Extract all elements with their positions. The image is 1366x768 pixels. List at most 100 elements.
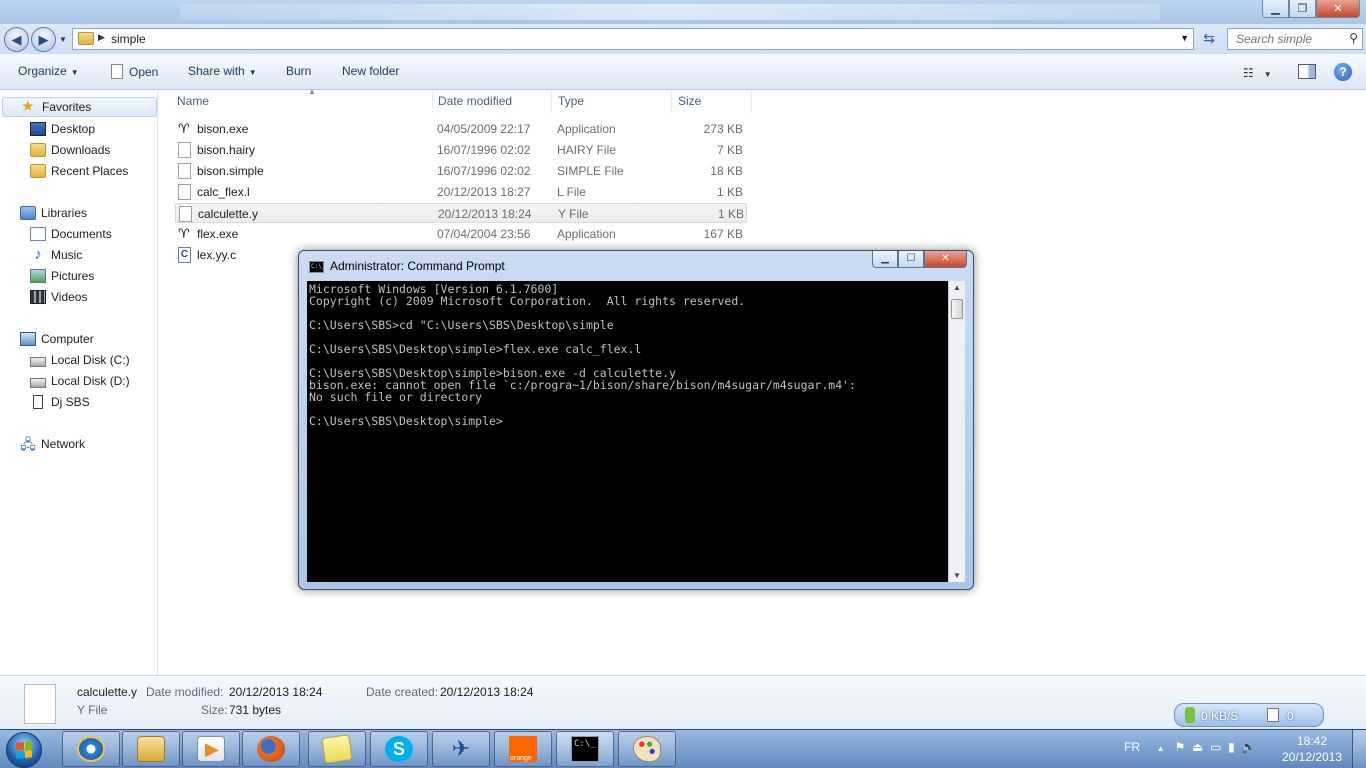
nav-dj-sbs[interactable]: Dj SBS xyxy=(30,392,90,412)
nav-desktop[interactable]: Desktop xyxy=(30,119,95,139)
network-meter-widget[interactable]: 0 KB/S 0 xyxy=(1174,703,1324,727)
language-indicator[interactable]: FR xyxy=(1124,740,1140,754)
close-button[interactable]: ✕ xyxy=(1316,0,1360,18)
address-bar[interactable]: ▶ simple ▼ xyxy=(72,28,1194,50)
flag-icon[interactable]: ⚑ xyxy=(1175,740,1186,754)
volume-icon[interactable]: 🔈 xyxy=(1241,740,1256,754)
nav-libraries[interactable]: Libraries xyxy=(20,203,87,223)
nav-label: Music xyxy=(51,248,83,262)
nav-local-disk-d[interactable]: Local Disk (D:) xyxy=(30,371,130,391)
skype-icon: S xyxy=(385,736,413,762)
taskbar-skype[interactable]: S xyxy=(370,731,428,767)
cmd-maximize-button[interactable]: ☐ xyxy=(898,251,924,268)
back-button[interactable]: ◀ xyxy=(4,27,29,52)
console-scrollbar[interactable]: ▲ ▼ xyxy=(948,281,965,582)
recent-pages-dropdown[interactable]: ▼ xyxy=(59,35,67,44)
taskbar-command-prompt[interactable]: C:\_ xyxy=(556,731,614,767)
maximize-icon: ☐ xyxy=(906,253,916,264)
address-dropdown[interactable]: ▼ xyxy=(1180,33,1189,43)
nav-local-disk-c[interactable]: Local Disk (C:) xyxy=(30,350,130,370)
file-row-calc-flex-l[interactable]: calc_flex.l 20/12/2013 18:27 L File 1 KB xyxy=(175,182,747,202)
start-button[interactable] xyxy=(6,732,42,768)
minimize-button[interactable]: ▁ xyxy=(1262,0,1289,18)
nav-label: Local Disk (C:) xyxy=(51,353,130,367)
file-row-bison-hairy[interactable]: bison.hairy 16/07/1996 02:02 HAIRY File … xyxy=(175,140,747,160)
breadcrumb-arrow-icon[interactable]: ▶ xyxy=(98,32,105,43)
file-type: Y File xyxy=(558,207,589,221)
nav-documents[interactable]: Documents xyxy=(30,224,112,244)
nav-music[interactable]: ♪ Music xyxy=(30,245,82,265)
taskbar-sticky-notes[interactable] xyxy=(308,731,366,767)
help-icon[interactable]: ? xyxy=(1334,63,1352,81)
nav-label: Computer xyxy=(41,332,94,346)
nav-label: Favorites xyxy=(42,100,92,114)
refresh-button[interactable]: ⇆ xyxy=(1198,30,1220,48)
column-header-date[interactable]: Date modified xyxy=(432,91,552,113)
command-prompt-window[interactable]: C:\_ Administrator: Command Prompt ▁ ☐ ✕… xyxy=(298,250,974,590)
search-icon[interactable]: ⚲ xyxy=(1349,31,1358,45)
nav-computer[interactable]: Computer xyxy=(20,329,94,349)
maximize-button[interactable]: ❐ xyxy=(1289,0,1316,18)
minimize-icon: ▁ xyxy=(881,253,889,264)
explorer-title-bar[interactable]: ▁ ❐ ✕ xyxy=(0,0,1366,24)
nav-videos[interactable]: Videos xyxy=(30,287,87,307)
cmd-minimize-button[interactable]: ▁ xyxy=(872,251,898,268)
taskbar-bird-app[interactable]: ✈ xyxy=(432,731,490,767)
new-folder-button[interactable]: New folder xyxy=(342,64,399,78)
forward-button[interactable]: ▶ xyxy=(31,27,56,52)
restore-icon: ❐ xyxy=(1297,3,1308,15)
media-player-icon: ▶ xyxy=(197,736,225,762)
scroll-up-icon[interactable]: ▲ xyxy=(949,283,965,292)
taskbar-internet-explorer[interactable] xyxy=(62,731,120,767)
usb-safely-remove-icon[interactable]: ⏏ xyxy=(1192,740,1203,754)
file-size: 273 KB xyxy=(703,122,743,136)
refresh-icon: ⇆ xyxy=(1203,30,1215,46)
nav-favorites[interactable]: ★ Favorites xyxy=(2,97,157,117)
scroll-down-icon[interactable]: ▼ xyxy=(949,571,965,580)
taskbar-media-player[interactable]: ▶ xyxy=(182,731,240,767)
action-center-icon[interactable]: ▭ xyxy=(1210,740,1221,754)
console-text: Microsoft Windows [Version 6.1.7600] Cop… xyxy=(309,282,856,428)
show-desktop-button[interactable] xyxy=(1352,730,1366,768)
file-row-bison-simple[interactable]: bison.simple 16/07/1996 02:02 SIMPLE Fil… xyxy=(175,161,747,181)
taskbar-paint[interactable] xyxy=(618,731,676,767)
column-header-name[interactable]: Name ▲ xyxy=(171,87,433,113)
show-hidden-icons-icon[interactable]: ▲ xyxy=(1157,744,1165,753)
details-size-label: Size: xyxy=(201,703,228,717)
taskbar-firefox[interactable] xyxy=(242,731,300,767)
nav-downloads[interactable]: Downloads xyxy=(30,140,110,160)
taskbar-explorer[interactable] xyxy=(122,731,180,767)
sort-arrow-icon: ▲ xyxy=(308,87,316,96)
system-clock[interactable]: 18:42 20/12/2013 xyxy=(1280,733,1344,765)
chevron-down-icon: ▼ xyxy=(1180,33,1189,43)
bird-icon: ✈ xyxy=(451,736,471,761)
scroll-thumb[interactable] xyxy=(951,299,963,319)
file-row-bison-exe[interactable]: ♈ bison.exe 04/05/2009 22:17 Application… xyxy=(175,119,747,139)
nav-pictures[interactable]: Pictures xyxy=(30,266,94,286)
share-with-button[interactable]: Share with ▼ xyxy=(188,64,257,78)
file-row-calculette-y[interactable]: calculette.y 20/12/2013 18:24 Y File 1 K… xyxy=(175,203,747,223)
search-input[interactable] xyxy=(1236,32,1346,46)
open-button[interactable]: Open xyxy=(111,64,158,79)
network-status-icon[interactable]: ▮ xyxy=(1228,740,1235,754)
file-name: calculette.y xyxy=(198,207,259,221)
breadcrumb-simple[interactable]: simple xyxy=(111,32,146,46)
cmd-close-button[interactable]: ✕ xyxy=(924,251,967,268)
column-header-size[interactable]: Size xyxy=(672,91,752,113)
cmd-window-controls: ▁ ☐ ✕ xyxy=(872,251,967,268)
system-tray: FR ▲ ⚑ ⏏ ▭ ▮ 🔈 xyxy=(1124,740,1256,754)
back-arrow-icon: ◀ xyxy=(11,31,22,47)
column-header-type[interactable]: Type xyxy=(552,91,672,113)
preview-pane-button[interactable] xyxy=(1298,64,1316,79)
console-output-area[interactable]: Microsoft Windows [Version 6.1.7600] Cop… xyxy=(307,281,948,582)
nav-recent-places[interactable]: Recent Places xyxy=(30,161,128,181)
music-icon: ♪ xyxy=(34,246,42,263)
file-icon xyxy=(178,163,191,179)
burn-button[interactable]: Burn xyxy=(286,64,311,78)
file-row-flex-exe[interactable]: ♈ flex.exe 07/04/2004 23:56 Application … xyxy=(175,224,747,244)
nav-network[interactable]: 🖧 Network xyxy=(20,434,85,454)
organize-button[interactable]: Organize ▼ xyxy=(18,64,79,78)
search-box[interactable]: ⚲ xyxy=(1227,28,1363,50)
change-view-button[interactable]: ☷ ▼ xyxy=(1243,66,1272,80)
taskbar-orange[interactable]: orange xyxy=(494,731,552,767)
